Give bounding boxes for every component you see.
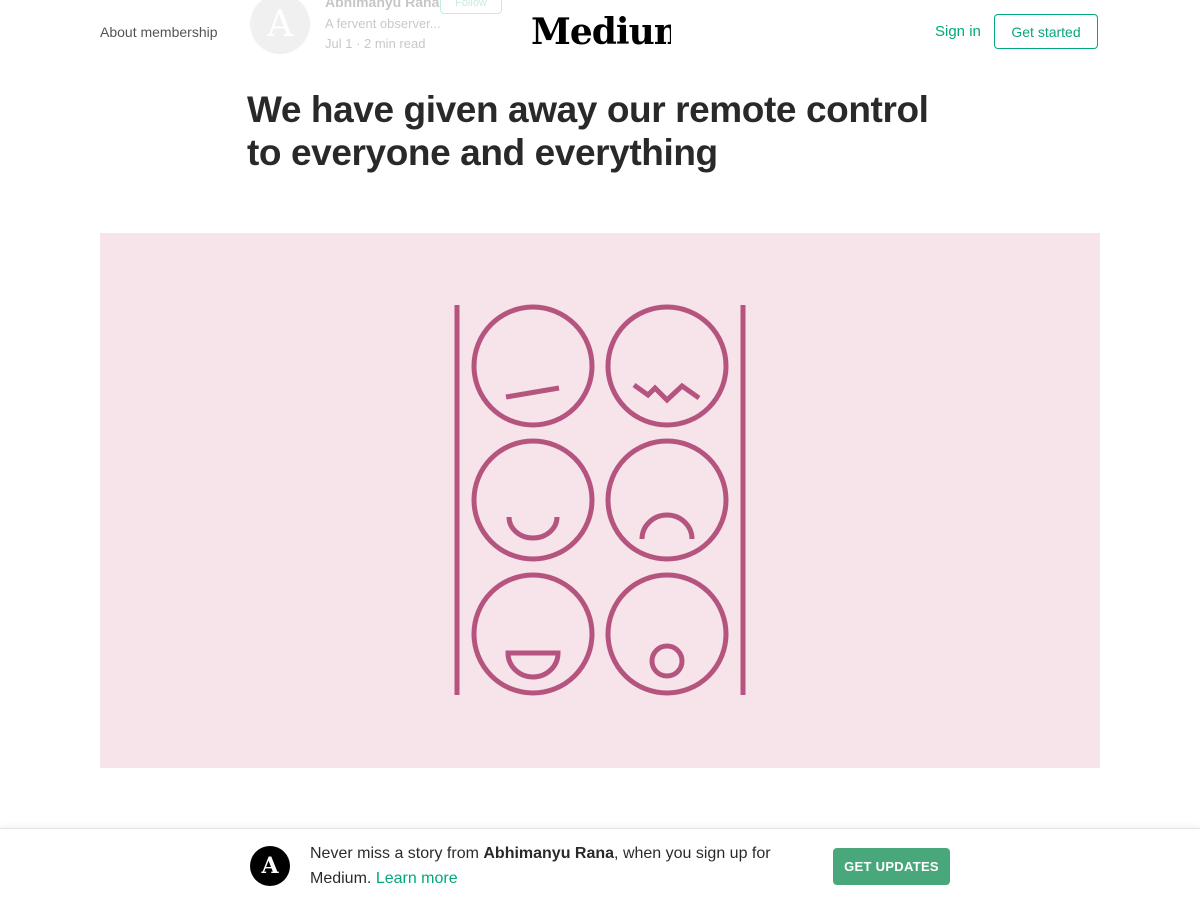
banner-message: Never miss a story from Abhimanyu Rana, … — [310, 841, 790, 891]
about-membership-link[interactable]: About membership — [100, 24, 218, 40]
get-updates-button[interactable]: GET UPDATES — [833, 848, 950, 885]
wavy-mouth-face-icon — [605, 304, 729, 428]
laughing-face-icon — [471, 572, 595, 696]
author-avatar-small[interactable]: A — [250, 846, 290, 886]
medium-logo[interactable]: Medium — [531, 8, 671, 54]
surprised-face-icon — [605, 572, 729, 696]
sign-in-link[interactable]: Sign in — [935, 23, 981, 40]
follow-button: Follow — [440, 0, 502, 14]
banner-author-name: Abhimanyu Rana — [483, 845, 615, 862]
frowning-face-icon — [605, 438, 729, 562]
author-bio: A fervent observer... — [325, 16, 441, 31]
follow-author-banner: A Never miss a story from Abhimanyu Rana… — [0, 828, 1200, 901]
banner-message-prefix: Never miss a story from — [310, 845, 484, 862]
remote-faces-illustration — [454, 304, 746, 696]
learn-more-link[interactable]: Learn more — [376, 870, 458, 887]
hero-image — [100, 233, 1100, 768]
smiling-face-icon — [471, 438, 595, 562]
get-started-button[interactable]: Get started — [994, 14, 1098, 49]
flat-face-icon — [471, 304, 595, 428]
author-name: Abhimanyu Rana — [325, 0, 440, 10]
logo-text: Medium — [531, 11, 671, 53]
article-meta: Jul 1 · 2 min read — [325, 36, 426, 51]
author-avatar: A — [250, 0, 310, 54]
article-title: We have given away our remote control to… — [247, 89, 929, 173]
